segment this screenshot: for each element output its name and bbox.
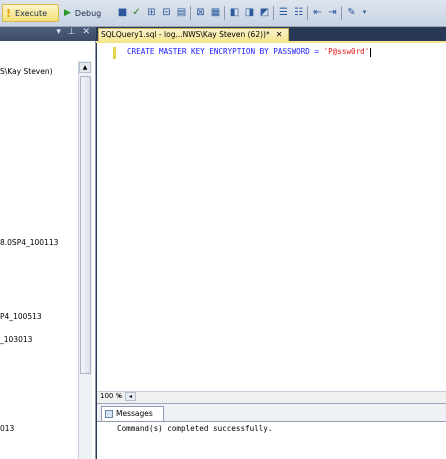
code-line[interactable]: CREATE MASTER KEY ENCRYPTION BY PASSWORD… [127, 47, 372, 57]
results-to-grid-icon[interactable]: ◨ [243, 6, 256, 19]
increase-indent-icon[interactable]: ⇥ [326, 6, 339, 19]
tree-item[interactable]: P4_100513 [0, 312, 42, 321]
scrollbar-thumb[interactable] [80, 76, 91, 374]
include-plan-icon[interactable]: ⊠ [194, 6, 207, 19]
zoom-dropdown-icon[interactable]: ▾ [118, 393, 121, 400]
result-message: Command(s) completed successfully. [117, 424, 273, 433]
decrease-indent-icon[interactable]: ⇤ [311, 6, 324, 19]
execute-button[interactable]: ! Execute [2, 4, 59, 22]
editor-margin [97, 43, 113, 391]
sql-keywords: CREATE MASTER KEY ENCRYPTION BY PASSWORD… [127, 47, 324, 56]
execute-label: Execute [15, 8, 48, 18]
toolbar-separator [307, 6, 308, 20]
sql-string-literal: 'P@ssw0rd' [323, 47, 370, 56]
messages-tab[interactable]: Messages [101, 406, 164, 421]
text-caret [370, 47, 372, 57]
toolbar-separator [224, 6, 225, 20]
execute-icon: ! [6, 6, 12, 20]
debug-label: Debug [74, 8, 102, 18]
panel-window-controls[interactable]: ▾ ⊥ ✕ [56, 27, 92, 37]
play-icon: ▶ [64, 8, 71, 18]
comment-icon[interactable]: ☰ [277, 6, 290, 19]
change-indicator [113, 47, 116, 59]
tree-item[interactable]: 013 [0, 424, 14, 433]
display-plan-icon[interactable]: ⊞ [145, 6, 158, 19]
debug-button[interactable]: ▶ Debug [62, 4, 114, 22]
scroll-up-arrow-icon[interactable]: ▲ [79, 62, 91, 73]
messages-tab-label: Messages [116, 409, 153, 418]
client-stats-icon[interactable]: ▦ [209, 6, 222, 19]
object-explorer-header: ▾ ⊥ ✕ [0, 27, 96, 41]
specify-values-icon[interactable]: ✎ [345, 6, 358, 19]
stop-icon[interactable]: ■ [116, 6, 129, 19]
editor-zoom-bar [97, 391, 446, 403]
results-to-text-icon[interactable]: ◧ [228, 6, 241, 19]
tree-item[interactable]: _103013 [0, 335, 32, 344]
scroll-left-arrow-icon[interactable]: ◂ [125, 392, 136, 401]
uncomment-icon[interactable]: ☷ [292, 6, 305, 19]
query-options-icon[interactable]: ⊟ [160, 6, 173, 19]
toolbar-separator [341, 6, 342, 20]
tree-item-server[interactable]: S\Kay Steven) [0, 67, 53, 76]
toolbar-overflow-icon[interactable]: ▾ [358, 6, 371, 19]
query-document-tab[interactable]: SQLQuery1.sql - log...NWS\Kay Steven (62… [98, 28, 289, 42]
intellisense-icon[interactable]: ▤ [175, 6, 188, 19]
messages-icon [105, 410, 113, 418]
toolbar-separator [273, 6, 274, 20]
toolbar-separator [190, 6, 191, 20]
results-divider [97, 421, 446, 422]
tab-close-icon[interactable]: ✕ [276, 30, 283, 39]
tree-item[interactable]: 8.0SP4_100113 [0, 238, 58, 247]
parse-check-icon[interactable]: ✓ [130, 6, 143, 19]
sql-editor-toolbar: ! Execute ▶ Debug ■ ✓ ⊞ ⊟ ▤ ⊠ ▦ ◧ ◨ ◩ ☰ … [0, 0, 446, 27]
results-to-file-icon[interactable]: ◩ [258, 6, 271, 19]
tab-title: SQLQuery1.sql - log...NWS\Kay Steven (62… [101, 30, 270, 39]
query-editor[interactable] [97, 43, 446, 391]
